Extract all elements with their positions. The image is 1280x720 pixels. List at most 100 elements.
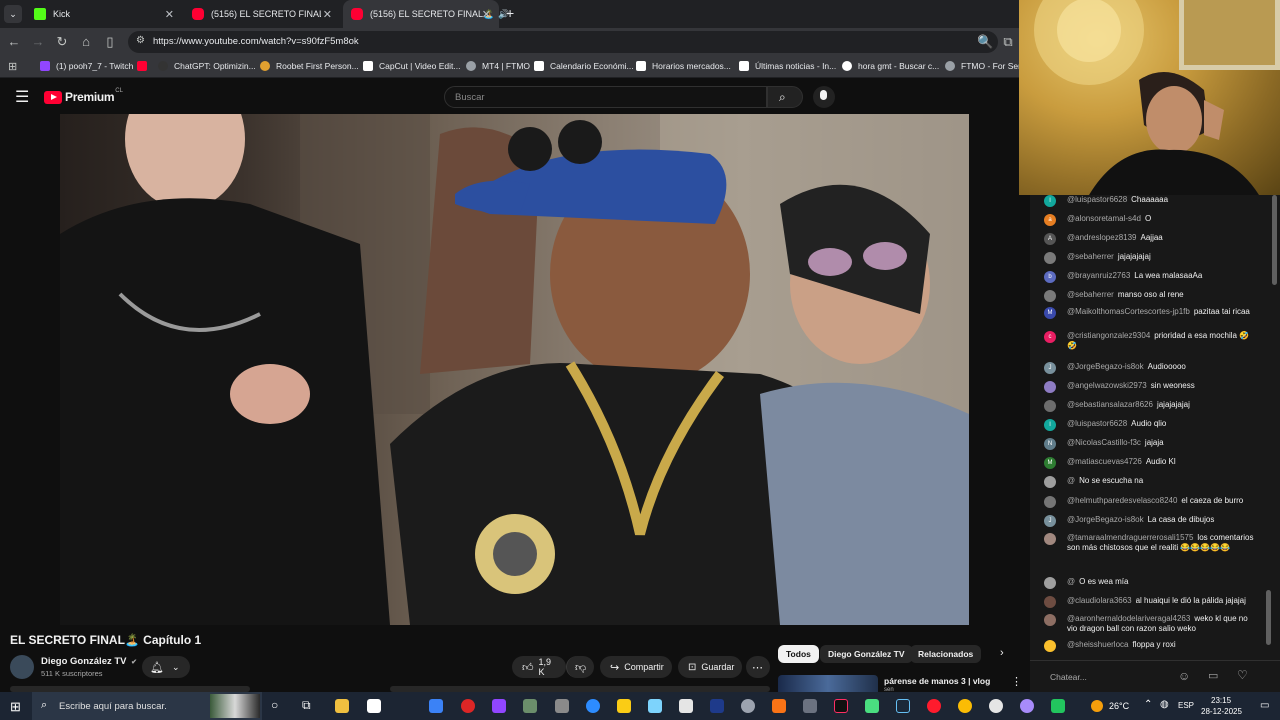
sticky-notes-icon[interactable] bbox=[617, 699, 631, 713]
chat-message[interactable]: b @brayanruiz2763 La wea malasaaAa bbox=[1044, 271, 1258, 283]
chat-avatar[interactable] bbox=[1044, 640, 1056, 652]
chat-author[interactable]: @ bbox=[1067, 577, 1075, 586]
bookmark-item[interactable]: Horarios mercados... bbox=[636, 61, 731, 71]
chat-avatar[interactable]: l bbox=[1044, 419, 1056, 431]
chat-author[interactable]: @sebaherrer bbox=[1067, 290, 1114, 299]
chat-avatar[interactable] bbox=[1044, 533, 1056, 545]
chat-avatar[interactable] bbox=[1044, 252, 1056, 264]
chat-avatar[interactable]: l bbox=[1044, 195, 1056, 207]
clock-time[interactable]: 23:15 bbox=[1211, 696, 1231, 705]
tab-search-button[interactable]: ⌄ bbox=[4, 5, 22, 23]
search-input[interactable]: Buscar bbox=[444, 86, 767, 108]
share-button[interactable]: ↪ Compartir bbox=[600, 656, 672, 678]
chat-avatar[interactable]: c bbox=[1044, 331, 1056, 343]
chat-avatar[interactable]: J bbox=[1044, 362, 1056, 374]
chat-message[interactable]: l @luispastor6628 Chaaaaaa bbox=[1044, 195, 1258, 207]
chat-message[interactable]: @sebastiansalazar8626 jajajajajaj bbox=[1044, 400, 1258, 412]
chat-avatar[interactable]: A bbox=[1044, 233, 1056, 245]
app-icon[interactable] bbox=[772, 699, 786, 713]
minecraft-icon[interactable] bbox=[865, 699, 879, 713]
chat-message[interactable]: @angelwazowski2973 sin weoness bbox=[1044, 381, 1258, 393]
settings-icon[interactable] bbox=[741, 699, 755, 713]
chat-message[interactable]: J @JorgeBegazo-is8ok La casa de dibujos bbox=[1044, 515, 1258, 527]
app-icon[interactable] bbox=[523, 699, 537, 713]
subscribe-bell-button[interactable]: 🔔︎ ⌄ bbox=[142, 656, 190, 678]
like-button[interactable]: 👍︎ 1,9 K bbox=[512, 656, 566, 678]
chat-author[interactable]: @NicolasCastillo-f3c bbox=[1067, 438, 1141, 447]
chat-message[interactable]: @ No se escucha na bbox=[1044, 476, 1258, 488]
chat-avatar[interactable] bbox=[1044, 381, 1056, 393]
reload-icon[interactable]: ↻ bbox=[54, 34, 70, 50]
tab-youtube-2[interactable]: (5156) EL SECRETO FINAL🏝️ 🔊 ✕ bbox=[343, 0, 509, 28]
windows-start-icon[interactable]: ⊞ bbox=[10, 699, 21, 715]
chat-avatar[interactable] bbox=[1044, 290, 1056, 302]
back-icon[interactable]: ← bbox=[6, 34, 22, 49]
site-info-icon[interactable]: ⚙ bbox=[136, 35, 145, 46]
apps-grid-icon[interactable]: ⊞ bbox=[8, 60, 17, 73]
zoom-app-icon[interactable] bbox=[586, 699, 600, 713]
chrome-icon[interactable] bbox=[958, 699, 972, 713]
notepad-icon[interactable] bbox=[367, 699, 381, 713]
chat-avatar[interactable] bbox=[1044, 476, 1056, 488]
chat-author[interactable]: @andreslopez8139 bbox=[1067, 233, 1137, 242]
address-bar[interactable]: ⚙ https://www.youtube.com/watch?v=s90fzF… bbox=[128, 31, 998, 53]
chat-message[interactable]: M @matiascuevas4726 Audio Kl bbox=[1044, 457, 1258, 469]
chat-scrollbar-lower[interactable] bbox=[1266, 590, 1271, 645]
chat-avatar[interactable] bbox=[1044, 400, 1056, 412]
chevron-up-icon[interactable]: ⌃ bbox=[1144, 699, 1152, 710]
chat-author[interactable]: @matiascuevas4726 bbox=[1067, 457, 1142, 466]
app-icon[interactable] bbox=[710, 699, 724, 713]
super-chat-icon[interactable]: ▭ bbox=[1208, 669, 1218, 682]
app-icon[interactable] bbox=[803, 699, 817, 713]
chat-message[interactable]: @tamaraalmendraguerrerosali1575 los comen… bbox=[1044, 533, 1258, 553]
new-tab-button[interactable]: + bbox=[506, 5, 514, 21]
chat-avatar[interactable]: J bbox=[1044, 515, 1056, 527]
bookmark-item[interactable]: FTMO - For Serio bbox=[945, 61, 1028, 71]
chat-author[interactable]: @MaikolthomasCortescortes-jp1fb bbox=[1067, 307, 1190, 316]
bookmark-item[interactable]: Roobet First Person... bbox=[260, 61, 359, 71]
home-icon[interactable]: ⌂ bbox=[78, 34, 94, 49]
clock-date[interactable]: 28-12-2025 bbox=[1201, 707, 1242, 716]
chat-avatar[interactable] bbox=[1044, 596, 1056, 608]
chat-author[interactable]: @luispastor6628 bbox=[1067, 195, 1127, 204]
chat-author[interactable]: @luispastor6628 bbox=[1067, 419, 1127, 428]
screenshot-icon[interactable]: ⧉ bbox=[1000, 34, 1016, 50]
menu-icon[interactable]: ☰ bbox=[15, 87, 29, 107]
youtube-logo[interactable]: Premium CL bbox=[44, 88, 123, 104]
chat-avatar[interactable] bbox=[1044, 577, 1056, 589]
zoom-icon[interactable]: 🔍 bbox=[977, 34, 993, 50]
voice-search-button[interactable] bbox=[813, 86, 835, 108]
chat-author[interactable]: @cristiangonzalez9304 bbox=[1067, 331, 1150, 340]
app-icon[interactable] bbox=[461, 699, 475, 713]
chat-author[interactable]: @tamaraalmendraguerrerosali1575 bbox=[1067, 533, 1193, 542]
bookmark-item[interactable]: Calendario Económi... bbox=[534, 61, 634, 71]
chat-message[interactable]: @sheisshuerloca floppa y roxi bbox=[1044, 640, 1258, 652]
bookmark-item[interactable]: CapCut | Video Edit... bbox=[363, 61, 460, 71]
weather-temp[interactable]: 26°C bbox=[1109, 701, 1129, 711]
app-icon[interactable] bbox=[1020, 699, 1034, 713]
chat-message[interactable]: @claudiolara3663 al huaiqui le dió la pál… bbox=[1044, 596, 1258, 608]
taskbar-search-box[interactable]: ⌕ Escribe aquí para buscar. bbox=[32, 692, 262, 720]
chat-message[interactable]: @ O es wea mía bbox=[1044, 577, 1258, 589]
cortana-icon[interactable]: ○ bbox=[271, 698, 278, 712]
channel-avatar[interactable] bbox=[10, 655, 34, 679]
chat-message[interactable]: c @cristiangonzalez9304 prioridad a esa mo… bbox=[1044, 331, 1258, 351]
chat-author[interactable]: @ bbox=[1067, 476, 1075, 485]
chat-scrollbar[interactable] bbox=[1272, 195, 1277, 285]
language-indicator[interactable]: ESP bbox=[1178, 701, 1194, 710]
chat-avatar[interactable]: N bbox=[1044, 438, 1056, 450]
bookmark-item[interactable]: hora gmt - Buscar c... bbox=[842, 61, 939, 71]
network-icon[interactable]: ◍ bbox=[1160, 699, 1169, 710]
opera-icon[interactable] bbox=[927, 699, 941, 713]
capcut-icon[interactable] bbox=[679, 699, 693, 713]
chip-channel[interactable]: Diego González TV bbox=[820, 645, 913, 663]
tab-kick[interactable]: Kick ✕ bbox=[26, 0, 182, 28]
more-vertical-icon[interactable]: ⋮ bbox=[1011, 675, 1022, 688]
bookmark-item[interactable]: Últimas noticias - In... bbox=[739, 61, 836, 71]
notification-icon[interactable]: ▭ bbox=[1260, 700, 1269, 711]
chat-message[interactable]: a @alonsoretamal-s4d O bbox=[1044, 214, 1258, 226]
chat-input-placeholder[interactable]: Chatear... bbox=[1050, 672, 1087, 682]
more-actions-button[interactable]: ⋯ bbox=[746, 656, 770, 678]
close-icon[interactable]: ✕ bbox=[165, 8, 174, 21]
video-player[interactable] bbox=[60, 114, 969, 625]
